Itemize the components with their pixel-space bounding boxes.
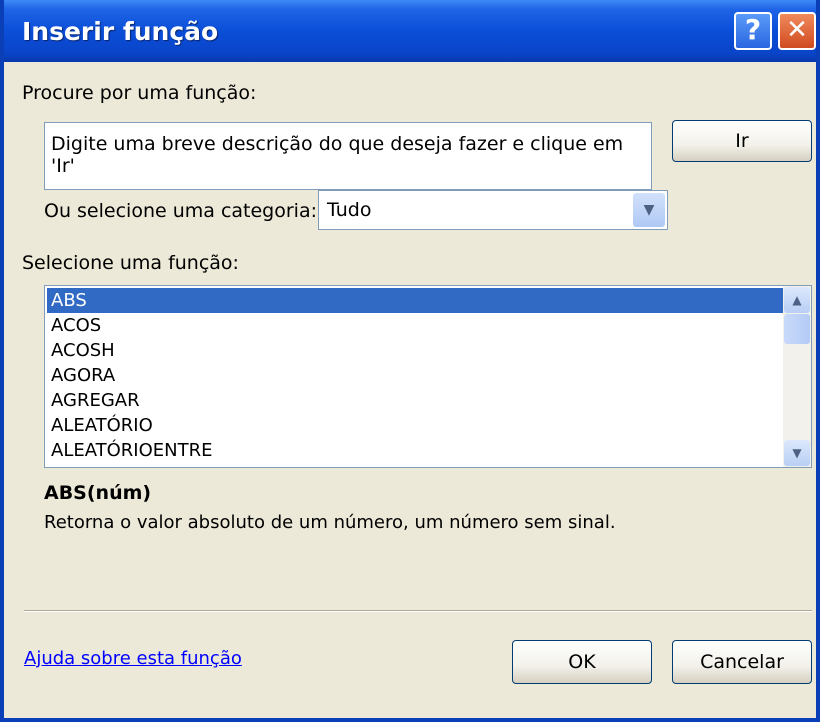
function-list-label: Selecione uma função: bbox=[22, 252, 239, 274]
scroll-thumb[interactable] bbox=[784, 314, 810, 344]
cancel-button[interactable]: Cancelar bbox=[672, 640, 812, 684]
list-item[interactable]: ALEATÓRIOENTRE bbox=[47, 438, 783, 463]
chevron-down-icon: ▼ bbox=[643, 202, 655, 218]
list-item[interactable]: AGORA bbox=[47, 363, 783, 388]
chevron-down-icon: ▼ bbox=[792, 446, 802, 460]
dialog-title: Inserir função bbox=[22, 17, 219, 46]
list-item[interactable]: ALEATÓRIO bbox=[47, 413, 783, 438]
close-icon: ✕ bbox=[786, 15, 808, 45]
category-select[interactable]: Tudo ▼ bbox=[318, 190, 668, 230]
list-item[interactable]: ACOS bbox=[47, 313, 783, 338]
help-link[interactable]: Ajuda sobre esta função bbox=[24, 648, 242, 669]
close-button[interactable]: ✕ bbox=[778, 12, 816, 50]
list-item[interactable]: AGREGAR bbox=[47, 388, 783, 413]
list-item[interactable]: ACOSH bbox=[47, 338, 783, 363]
function-list[interactable]: ABS ACOS ACOSH AGORA AGREGAR ALEATÓRIO A… bbox=[44, 285, 812, 468]
title-bar[interactable]: Inserir função ? ✕ bbox=[4, 0, 816, 62]
question-icon: ? bbox=[744, 13, 762, 46]
chevron-up-icon: ▲ bbox=[792, 293, 802, 307]
scroll-down-button[interactable]: ▼ bbox=[784, 440, 810, 466]
search-label: Procure por uma função: bbox=[22, 82, 257, 104]
insert-function-dialog: Inserir função ? ✕ Procure por uma funçã… bbox=[0, 0, 820, 722]
category-value: Tudo bbox=[327, 199, 372, 221]
list-item[interactable]: ABS bbox=[47, 288, 783, 313]
dropdown-button[interactable]: ▼ bbox=[633, 193, 665, 227]
divider bbox=[24, 610, 812, 612]
search-input[interactable]: Digite uma breve descrição do que deseja… bbox=[44, 122, 652, 190]
function-description: Retorna o valor absoluto de um número, u… bbox=[44, 512, 616, 533]
function-signature: ABS(núm) bbox=[44, 482, 152, 504]
scroll-up-button[interactable]: ▲ bbox=[784, 287, 810, 313]
ok-button[interactable]: OK bbox=[512, 640, 652, 684]
go-button[interactable]: Ir bbox=[672, 120, 812, 162]
category-label: Ou selecione uma categoria: bbox=[44, 200, 317, 222]
vertical-scrollbar[interactable]: ▲ ▼ bbox=[783, 286, 811, 467]
help-button[interactable]: ? bbox=[734, 12, 772, 50]
